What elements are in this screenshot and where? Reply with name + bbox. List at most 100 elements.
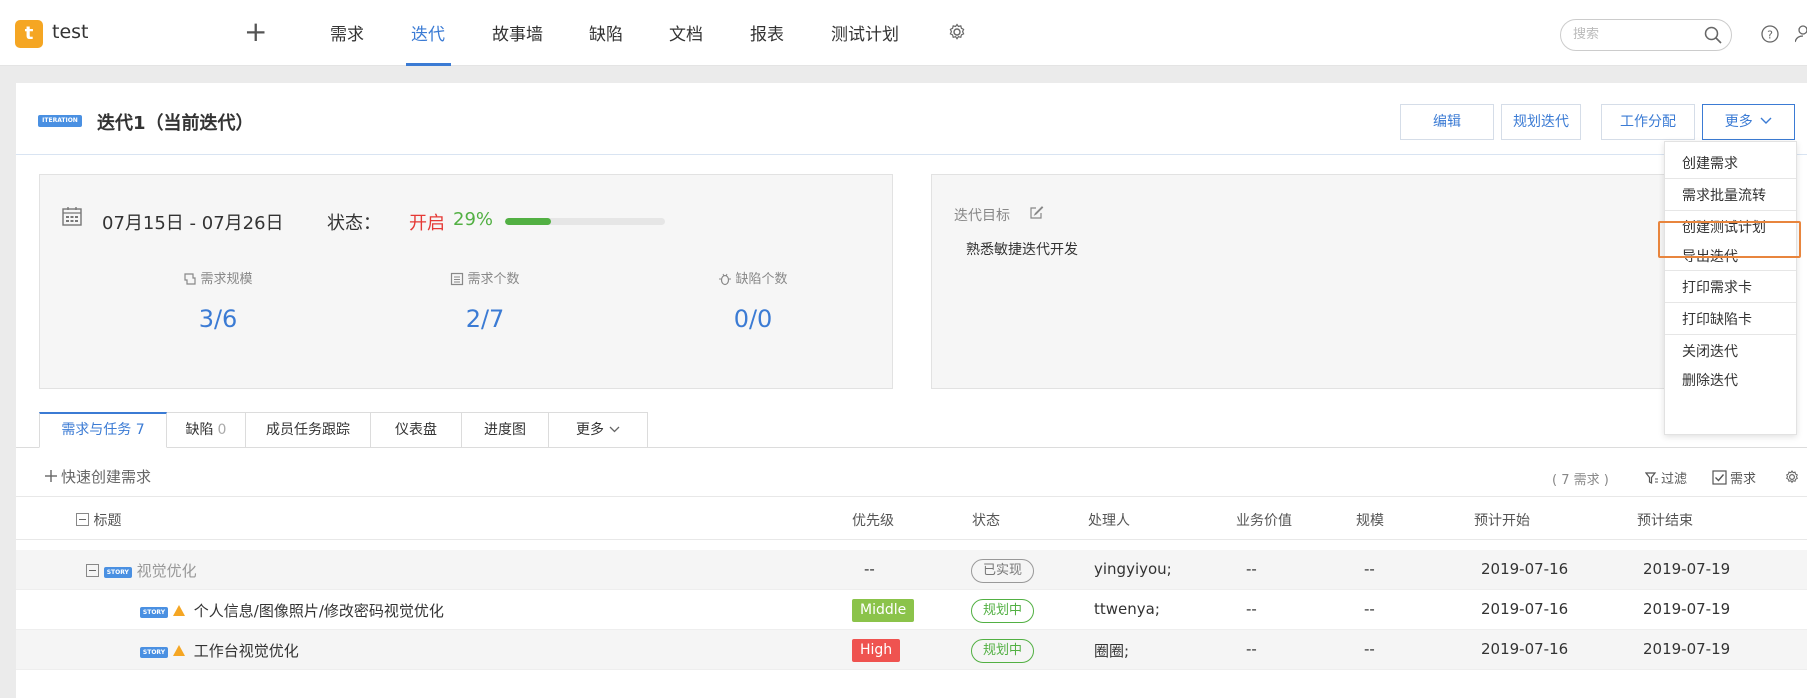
tab-dashboard[interactable]: 仪表盘: [371, 412, 462, 448]
assign-work-button[interactable]: 工作分配: [1601, 104, 1695, 140]
row-end-date[interactable]: 2019-07-19: [1643, 560, 1730, 578]
project-name[interactable]: test: [52, 21, 89, 43]
edit-goal-icon[interactable]: [1029, 204, 1045, 224]
user-icon[interactable]: [1794, 24, 1807, 48]
nav-requirements[interactable]: 需求: [330, 20, 364, 45]
list-icon: [451, 272, 464, 286]
nav-settings-gear-icon[interactable]: [947, 22, 967, 46]
stat-value[interactable]: 3/6: [98, 305, 338, 333]
tab-label: 进度图: [484, 422, 526, 438]
nav-reports[interactable]: 报表: [750, 20, 784, 45]
column-owner[interactable]: 处理人: [1088, 510, 1130, 530]
menu-close-iteration[interactable]: 关闭迭代: [1665, 341, 1796, 361]
plan-iteration-button[interactable]: 规划迭代: [1501, 104, 1581, 140]
row-status[interactable]: 规划中: [971, 639, 1035, 663]
row-title[interactable]: STORY 个人信息/图像照片/修改密码视觉优化: [140, 600, 444, 621]
column-size[interactable]: 规模: [1356, 510, 1384, 530]
stat-value[interactable]: 0/0: [633, 305, 873, 333]
tab-more[interactable]: 更多: [549, 412, 648, 448]
row-size[interactable]: --: [1364, 640, 1375, 658]
edit-button[interactable]: 编辑: [1400, 104, 1494, 140]
menu-divider: [1665, 178, 1796, 179]
menu-batch-transition[interactable]: 需求批量流转: [1665, 185, 1796, 205]
requirement-toggle[interactable]: 需求: [1712, 468, 1756, 487]
menu-delete-iteration[interactable]: 删除迭代: [1665, 370, 1796, 390]
menu-create-test-plan[interactable]: 创建测试计划: [1665, 217, 1796, 237]
nav-iterations[interactable]: 迭代: [411, 20, 445, 45]
column-end-date[interactable]: 预计结束: [1637, 510, 1693, 530]
nav-test-plans[interactable]: 测试计划: [831, 20, 899, 45]
row-size[interactable]: --: [1364, 560, 1375, 578]
row-owner[interactable]: 圈圈;: [1094, 640, 1129, 661]
menu-create-requirement[interactable]: 创建需求: [1665, 153, 1796, 173]
requirement-count: ( 7 需求 ): [1552, 473, 1609, 488]
column-title[interactable]: 标题: [76, 510, 121, 530]
menu-print-defect-cards[interactable]: 打印缺陷卡: [1665, 309, 1796, 329]
iteration-badge: ITERATION: [38, 115, 82, 127]
row-start-date[interactable]: 2019-07-16: [1481, 640, 1568, 658]
help-icon[interactable]: ?: [1760, 24, 1780, 48]
project-logo[interactable]: t: [15, 20, 43, 48]
quick-create-label: 快速创建需求: [61, 468, 152, 486]
row-priority[interactable]: High: [852, 639, 901, 662]
collapse-all-icon[interactable]: [76, 513, 89, 526]
column-start-date[interactable]: 预计开始: [1474, 510, 1530, 530]
stat-label: 需求规模: [200, 272, 253, 287]
top-navbar: t test + 需求 迭代 故事墙 缺陷 文档 报表 测试计划 ?: [0, 0, 1807, 66]
story-tag: STORY: [140, 647, 168, 658]
row-priority[interactable]: --: [864, 560, 875, 578]
table-row[interactable]: STORY 工作台视觉优化 High 规划中 圈圈; -- -- 2019-07…: [16, 630, 1807, 670]
tab-requirements-tasks[interactable]: 需求与任务 7: [39, 412, 167, 448]
row-end-date[interactable]: 2019-07-19: [1643, 600, 1730, 618]
table-row[interactable]: STORY 视觉优化 -- 已实现 yingyiyou; -- -- 2019-…: [16, 550, 1807, 590]
warning-icon: [173, 605, 185, 616]
menu-print-requirement-cards[interactable]: 打印需求卡: [1665, 277, 1796, 297]
nav-defects[interactable]: 缺陷: [589, 20, 623, 45]
tab-member-tracking[interactable]: 成员任务跟踪: [246, 412, 371, 448]
collapse-icon[interactable]: [86, 564, 99, 577]
column-status[interactable]: 状态: [972, 510, 1000, 530]
ruler-icon: [184, 273, 197, 285]
tab-burndown[interactable]: 进度图: [462, 412, 549, 448]
row-business-value[interactable]: --: [1246, 640, 1257, 658]
row-business-value[interactable]: --: [1246, 560, 1257, 578]
column-business-value[interactable]: 业务价值: [1236, 510, 1292, 530]
search-input[interactable]: [1573, 27, 1703, 42]
row-status[interactable]: 规划中: [971, 599, 1035, 623]
priority-badge: High: [852, 639, 901, 662]
search-icon[interactable]: [1703, 25, 1723, 49]
row-owner[interactable]: ttwenya;: [1094, 600, 1160, 618]
filter-button[interactable]: 过滤: [1644, 468, 1687, 487]
nav-story-wall[interactable]: 故事墙: [492, 20, 543, 45]
stat-requirement-count: 需求个数 2/7: [365, 268, 605, 333]
quick-create-requirement[interactable]: 快速创建需求: [44, 466, 151, 487]
nav-docs[interactable]: 文档: [669, 20, 703, 45]
row-title-text: 视觉优化: [136, 562, 197, 580]
add-button[interactable]: +: [244, 16, 267, 48]
iteration-dates: 07月15日 - 07月26日: [102, 213, 284, 234]
column-priority[interactable]: 优先级: [852, 510, 894, 530]
menu-export-iteration[interactable]: 导出迭代: [1665, 246, 1796, 266]
more-button[interactable]: 更多: [1702, 104, 1795, 140]
story-tag: STORY: [140, 607, 168, 618]
row-end-date[interactable]: 2019-07-19: [1643, 640, 1730, 658]
tab-defects[interactable]: 缺陷 0: [167, 412, 246, 448]
row-status[interactable]: 已实现: [971, 559, 1035, 583]
priority-badge: Middle: [852, 599, 915, 622]
row-priority[interactable]: Middle: [852, 599, 915, 622]
row-business-value[interactable]: --: [1246, 600, 1257, 618]
search-box[interactable]: [1560, 19, 1732, 51]
status-pill: 规划中: [971, 639, 1035, 663]
menu-divider: [1665, 210, 1796, 211]
row-owner[interactable]: yingyiyou;: [1094, 560, 1172, 578]
row-title[interactable]: STORY 工作台视觉优化: [140, 640, 299, 661]
row-start-date[interactable]: 2019-07-16: [1481, 560, 1568, 578]
row-size[interactable]: --: [1364, 600, 1375, 618]
row-title[interactable]: STORY 视觉优化: [86, 560, 197, 581]
list-settings-gear-icon[interactable]: [1784, 469, 1800, 489]
table-row[interactable]: STORY 个人信息/图像照片/修改密码视觉优化 Middle 规划中 ttwe…: [16, 590, 1807, 630]
row-start-date[interactable]: 2019-07-16: [1481, 600, 1568, 618]
stat-value[interactable]: 2/7: [365, 305, 605, 333]
goal-text: 熟悉敏捷迭代开发: [966, 242, 1078, 258]
filter-icon: [1644, 472, 1658, 484]
